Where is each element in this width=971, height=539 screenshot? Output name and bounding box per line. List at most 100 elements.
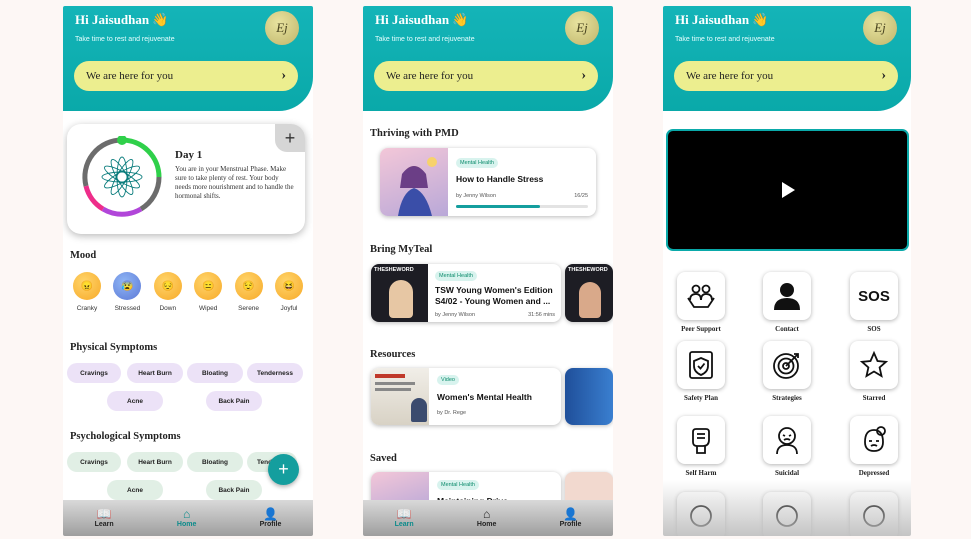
thumbnail-brand: THESHEWORD [568, 267, 608, 273]
resource-card-peek[interactable] [565, 368, 613, 425]
header: Hi Jaisudhan 👋 Take time to rest and rej… [63, 6, 313, 111]
tool-safety-plan[interactable]: Safety Plan [676, 341, 726, 402]
slide-line [375, 382, 415, 385]
support-button[interactable]: We are here for you › [74, 61, 298, 91]
tool-label: Depressed [858, 469, 890, 477]
support-button-label: We are here for you [386, 70, 474, 82]
mood-serene[interactable]: 😌 Serene [231, 272, 267, 312]
course-title: How to Handle Stress [456, 174, 544, 184]
speaker-image [579, 282, 601, 318]
tool-starred[interactable]: Starred [849, 341, 899, 402]
resource-card[interactable]: Video Women's Mental Health by Dr. Rege [371, 368, 561, 425]
thumbnail-brand: THESHEWORD [374, 267, 414, 273]
avatar[interactable]: Ej [565, 11, 599, 45]
serene-face-icon: 😌 [234, 272, 263, 300]
nav-profile-label: Profile [259, 521, 282, 528]
cycle-card[interactable]: Day 1 You are in your Menstrual Phase. M… [67, 124, 305, 234]
stressed-face-icon: 😰 [113, 272, 142, 300]
chip-acne[interactable]: Acne [107, 391, 163, 411]
video-player[interactable] [668, 131, 907, 249]
psychological-symptoms-title: Psychological Symptoms [70, 431, 181, 442]
chip-cravings[interactable]: Cravings [67, 452, 121, 472]
learn-screen: Hi Jaisudhan 👋 Take time to rest and rej… [363, 6, 613, 536]
speaker-image [389, 280, 413, 318]
nav-home[interactable]: ⌂ Home [177, 507, 196, 529]
category-tag: Video [437, 375, 459, 385]
play-icon[interactable] [779, 181, 797, 199]
tool-label: Suicidal [774, 469, 800, 477]
mood-cranky[interactable]: 😠 Cranky [69, 272, 105, 312]
nav-home[interactable]: ⌂ Home [477, 508, 496, 529]
chevron-right-icon: › [581, 68, 586, 83]
course-author: by Jenny Wilson [456, 193, 497, 199]
chevron-right-icon: › [881, 68, 886, 83]
mood-label: Joyful [280, 305, 298, 312]
mood-joyful[interactable]: 😆 Joyful [271, 272, 307, 312]
course-progress-text: 16/25 [574, 193, 588, 199]
nav-profile[interactable]: 👤 Profile [259, 507, 282, 529]
tool-strategies[interactable]: Strategies [762, 341, 812, 402]
chip-back-pain[interactable]: Back Pain [206, 480, 262, 500]
cranky-face-icon: 😠 [73, 272, 101, 300]
mood-wiped[interactable]: 😑 Wiped [190, 272, 226, 312]
chip-bloating[interactable]: Bloating [187, 452, 243, 472]
tool-label: Safety Plan [683, 394, 719, 402]
mood-stressed[interactable]: 😰 Stressed [109, 272, 145, 312]
video-author: by Jenny Wilson [435, 312, 476, 318]
nav-learn-label: Learn [394, 521, 414, 528]
add-fab-button[interactable]: + [268, 454, 299, 485]
mood-label: Down [159, 305, 177, 312]
avatar[interactable]: Ej [863, 11, 897, 45]
book-icon: 📖 [396, 507, 412, 521]
wiped-face-icon: 😑 [194, 272, 223, 300]
support-button[interactable]: We are here for you › [374, 61, 598, 91]
greeting: Hi Jaisudhan 👋 [375, 12, 469, 27]
mood-down[interactable]: 😔 Down [150, 272, 186, 312]
nav-profile[interactable]: 👤 Profile [559, 508, 582, 529]
down-face-icon: 😔 [153, 272, 182, 300]
tool-label: Self Harm [685, 469, 717, 477]
nav-learn[interactable]: 📖 Learn [394, 507, 414, 529]
resource-author: by Dr. Rege [437, 410, 467, 416]
chip-heart-burn[interactable]: Heart Burn [127, 452, 183, 472]
video-card[interactable]: THESHEWORD Mental Health TSW Young Women… [371, 264, 561, 322]
nav-learn[interactable]: 📖 Learn [95, 508, 114, 529]
support-button[interactable]: We are here for you › [674, 61, 898, 91]
scroll-fade [663, 480, 911, 536]
chip-acne[interactable]: Acne [107, 480, 163, 500]
tool-depressed[interactable]: Depressed [849, 416, 899, 477]
chip-cravings[interactable]: Cravings [67, 363, 121, 383]
tool-peer-support[interactable]: Peer Support [676, 272, 726, 333]
resources-title: Resources [370, 349, 416, 360]
target-icon [763, 341, 811, 389]
tool-contact[interactable]: Contact [762, 272, 812, 333]
tool-label: Contact [775, 325, 799, 333]
chip-back-pain[interactable]: Back Pain [206, 391, 262, 411]
greeting-subtitle: Take time to rest and rejuvenate [75, 36, 175, 43]
suicidal-icon [763, 416, 811, 464]
tool-sos[interactable]: SOS SOS [849, 272, 899, 333]
chip-tenderness[interactable]: Tenderness [247, 363, 303, 383]
video-card-peek[interactable]: THESHEWORD [565, 264, 613, 322]
mood-title: Mood [70, 250, 97, 261]
video-title: TSW Young Women's Edition S4/02 - Young … [435, 285, 553, 306]
header: Hi Jaisudhan 👋 Take time to rest and rej… [663, 6, 911, 111]
chip-heart-burn[interactable]: Heart Burn [127, 363, 183, 383]
self-harm-icon [677, 416, 725, 464]
profile-icon: 👤 [262, 507, 278, 521]
tool-self-harm[interactable]: Self Harm [676, 416, 726, 477]
home-icon: ⌂ [182, 507, 191, 521]
course-card[interactable]: Mental Health How to Handle Stress by Je… [380, 148, 596, 216]
category-tag: Mental Health [437, 480, 479, 490]
nav-profile-label: Profile [559, 521, 582, 528]
tool-suicidal[interactable]: Suicidal [762, 416, 812, 477]
mood-label: Wiped [198, 305, 218, 312]
chip-bloating[interactable]: Bloating [187, 363, 243, 383]
avatar[interactable]: Ej [265, 11, 299, 45]
star-icon [850, 341, 898, 389]
contact-icon [763, 272, 811, 320]
speaker-image [411, 398, 427, 422]
support-button-label: We are here for you [86, 70, 174, 82]
joyful-face-icon: 😆 [274, 272, 303, 300]
add-button[interactable]: + [275, 124, 305, 152]
